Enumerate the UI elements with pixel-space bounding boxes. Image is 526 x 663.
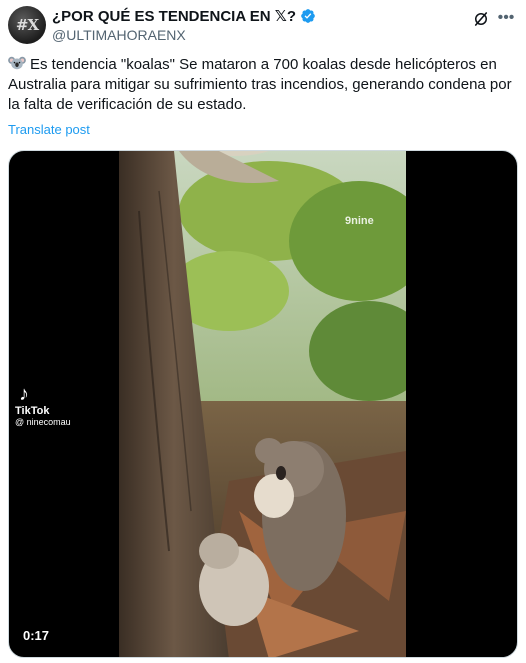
- user-handle[interactable]: @ULTIMAHORAENX: [52, 27, 186, 43]
- koala-emoji-icon: [8, 56, 26, 70]
- tiktok-username: @ ninecomau: [15, 417, 71, 427]
- video-frame[interactable]: 9nine: [119, 151, 406, 657]
- avatar-logo: #X: [15, 16, 39, 34]
- avatar[interactable]: #X: [8, 6, 46, 44]
- post-text: Es tendencia "koalas" Se mataron a 700 k…: [8, 55, 513, 115]
- tiktok-watermark: ♪ TikTok @ ninecomau: [11, 383, 91, 427]
- tiktok-logo-icon: ♪: [19, 383, 29, 405]
- video-duration: 0:17: [23, 628, 50, 643]
- display-name[interactable]: ¿POR QUÉ ES TENDENCIA EN 𝕏?: [52, 7, 296, 25]
- video-still-image: [119, 151, 406, 657]
- verified-badge-icon[interactable]: [300, 8, 316, 24]
- name-row: ¿POR QUÉ ES TENDENCIA EN 𝕏?: [52, 7, 316, 25]
- post-header: #X ¿POR QUÉ ES TENDENCIA EN 𝕏? @ULTIMAHO…: [8, 6, 518, 46]
- post-body-text: Es tendencia "koalas" Se mataron a 700 k…: [8, 56, 512, 113]
- video-player[interactable]: 9nine ♪ TikTok @ ninecomau 0:17: [8, 150, 518, 658]
- tiktok-brand: TikTok: [15, 405, 50, 417]
- more-options-icon[interactable]: •••: [496, 8, 516, 28]
- grok-icon[interactable]: [472, 10, 490, 28]
- channel-logo-watermark: 9nine: [345, 215, 374, 227]
- translate-post-link[interactable]: Translate post: [8, 122, 90, 137]
